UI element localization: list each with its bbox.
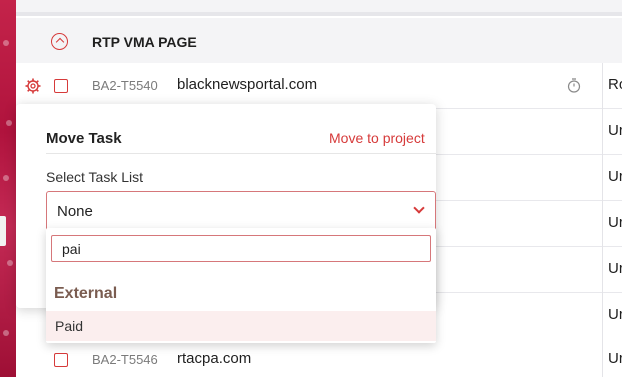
droplet xyxy=(3,175,9,181)
droplet xyxy=(6,120,12,126)
task-owner: Ur xyxy=(608,122,622,139)
option-label: Paid xyxy=(55,318,84,334)
select-task-list-label: Select Task List xyxy=(46,169,144,185)
column-divider xyxy=(602,337,603,377)
timer-icon[interactable] xyxy=(567,78,581,93)
droplet xyxy=(7,260,13,266)
task-checkbox[interactable] xyxy=(54,79,68,93)
option-group-label: External xyxy=(54,285,118,302)
task-name[interactable]: rtacpa.com xyxy=(177,350,251,367)
task-owner: Ur xyxy=(608,306,622,323)
task-owner: Ro xyxy=(608,76,622,93)
task-owner: Ur xyxy=(608,350,622,367)
dropdown-search-input[interactable]: pai xyxy=(51,235,431,262)
move-to-project-link[interactable]: Move to project xyxy=(329,130,436,146)
popup-title: Move Task xyxy=(46,130,122,147)
task-name[interactable]: blacknewsportal.com xyxy=(177,76,317,93)
task-owner: Ur xyxy=(608,214,622,231)
task-list-select[interactable]: None xyxy=(46,191,436,232)
column-divider xyxy=(602,247,603,293)
task-id: BA2-T5540 xyxy=(92,78,158,93)
top-band xyxy=(16,0,622,16)
task-group-title: RTP VMA PAGE xyxy=(92,34,197,50)
collapse-chevron-icon[interactable] xyxy=(51,33,68,50)
task-owner: Ur xyxy=(608,168,622,185)
droplet xyxy=(3,40,9,46)
task-owner: Ur xyxy=(608,260,622,277)
task-checkbox[interactable] xyxy=(54,353,68,367)
droplet xyxy=(3,330,9,336)
search-value: pai xyxy=(62,241,81,257)
side-panel-handle[interactable] xyxy=(0,216,6,246)
task-row[interactable]: BA2-T5546 rtacpa.com Ur xyxy=(16,337,622,377)
task-list-dropdown: pai External Paid xyxy=(46,228,436,343)
column-divider xyxy=(602,63,603,109)
dropdown-option[interactable]: Paid xyxy=(46,311,436,341)
gear-icon[interactable] xyxy=(25,78,41,94)
column-divider xyxy=(602,109,603,155)
chevron-down-icon[interactable] xyxy=(413,202,425,214)
selected-value: None xyxy=(57,203,93,220)
task-id: BA2-T5546 xyxy=(92,352,158,367)
divider xyxy=(46,153,436,154)
column-divider xyxy=(602,201,603,247)
task-row[interactable]: BA2-T5540 blacknewsportal.com Ro xyxy=(16,63,622,109)
background-strip xyxy=(0,0,16,377)
column-divider xyxy=(602,155,603,201)
task-group-header: RTP VMA PAGE xyxy=(16,18,622,63)
column-divider xyxy=(602,293,603,339)
